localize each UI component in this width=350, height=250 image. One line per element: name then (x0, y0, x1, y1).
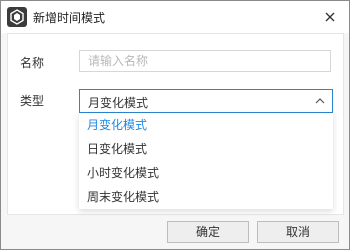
type-dropdown-list: 月变化模式 日变化模式 小时变化模式 周末变化模式 (79, 113, 333, 209)
type-option-hourly[interactable]: 小时变化模式 (79, 161, 333, 185)
close-icon (325, 12, 335, 22)
type-option-monthly[interactable]: 月变化模式 (79, 113, 333, 137)
chevron-up-icon (315, 98, 325, 104)
type-label: 类型 (20, 94, 45, 108)
title-bar: 新增时间模式 (1, 1, 349, 33)
ok-button[interactable]: 确定 (167, 221, 249, 243)
dialog: 新增时间模式 名称 类型 月变化模式 月变化模式 日变化模式 小时变化模式 周末… (0, 0, 350, 250)
type-select[interactable]: 月变化模式 (79, 89, 333, 113)
dialog-title: 新增时间模式 (33, 11, 106, 25)
type-option-weekend[interactable]: 周末变化模式 (79, 185, 333, 209)
type-option-daily[interactable]: 日变化模式 (79, 137, 333, 161)
form-panel: 名称 类型 月变化模式 月变化模式 日变化模式 小时变化模式 周末变化模式 (7, 33, 344, 215)
hexagon-logo-icon (7, 7, 27, 27)
name-input[interactable] (79, 50, 331, 72)
cancel-button[interactable]: 取消 (257, 221, 339, 243)
name-label: 名称 (20, 56, 45, 70)
type-select-value: 月变化模式 (88, 96, 149, 110)
close-button[interactable] (321, 8, 339, 26)
